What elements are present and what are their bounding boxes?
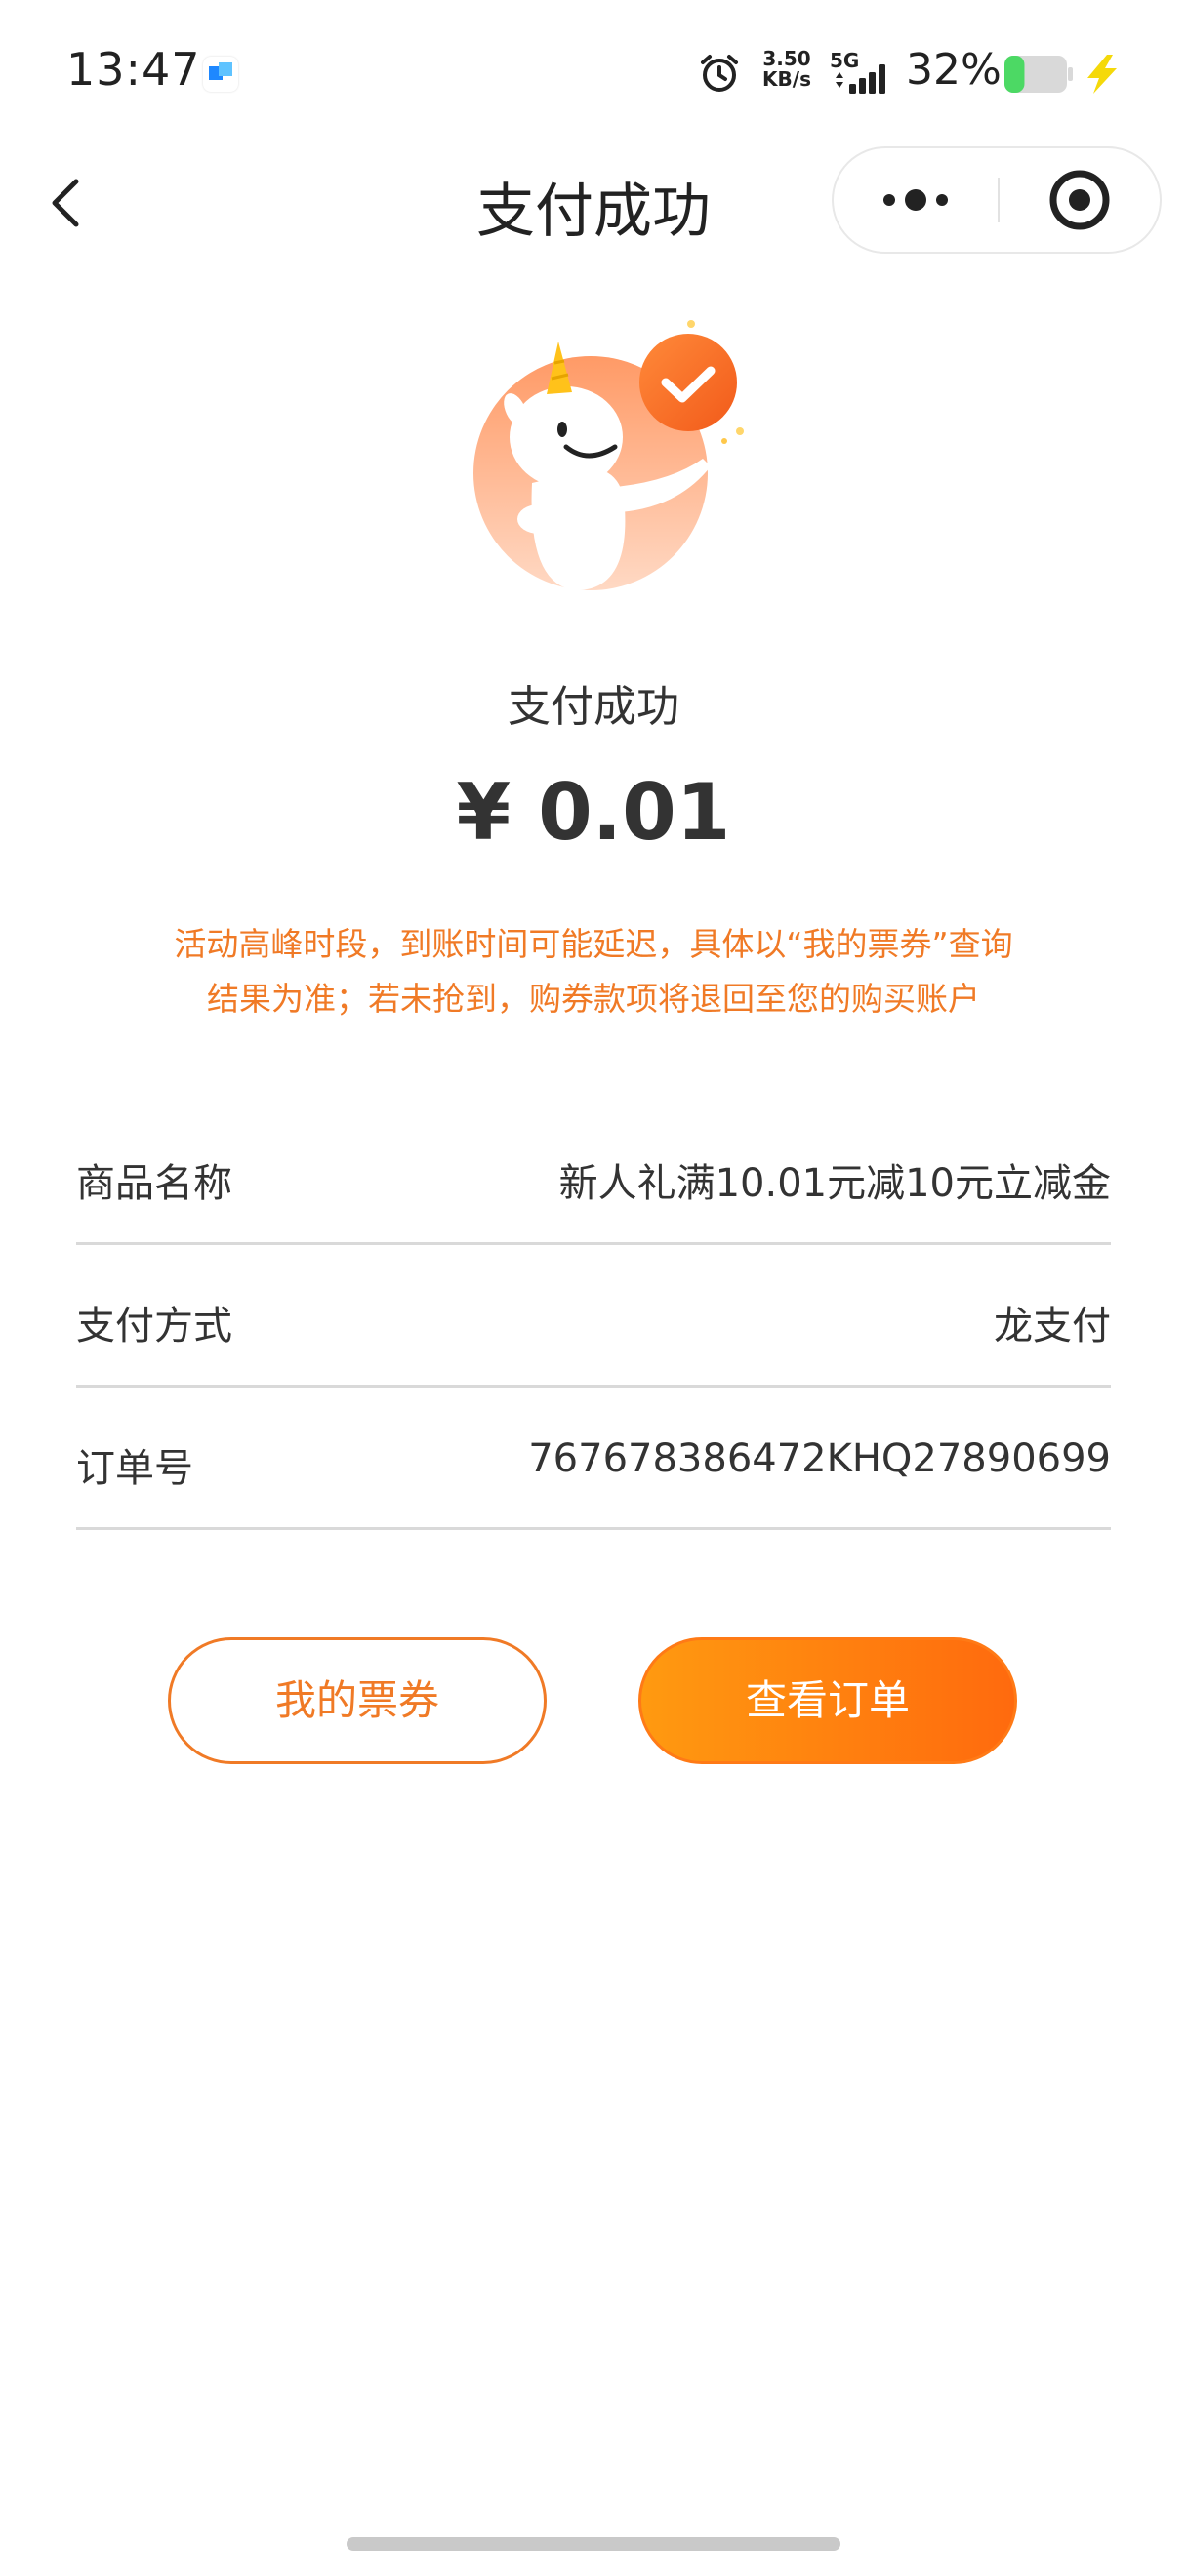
info-row-order-number: 订单号 767678386472KHQ27890699	[76, 1388, 1111, 1530]
signal-icon	[836, 64, 885, 94]
more-dots-icon	[883, 189, 948, 211]
info-label: 支付方式	[76, 1304, 232, 1348]
charging-icon	[1087, 55, 1117, 94]
payment-amount: ¥ 0.01	[456, 767, 731, 858]
network-speed-unit: KB/s	[762, 67, 811, 91]
home-indicator[interactable]	[347, 2537, 840, 2551]
target-circle-icon	[1049, 170, 1110, 230]
status-bar: 13:47 3.50 KB/s 5G 32%	[0, 0, 1187, 146]
alarm-icon	[701, 55, 738, 92]
unicorn-success-mascot	[473, 320, 744, 590]
info-label: 商品名称	[76, 1161, 232, 1206]
mini-program-capsule	[832, 146, 1162, 254]
notice-line-2: 结果为准；若未抢到，购券款项将退回至您的购买账户	[207, 980, 980, 1018]
network-speed: 3.50 KB/s	[759, 49, 814, 90]
info-row-product: 商品名称 新人礼满10.01元减10元立减金	[76, 1103, 1111, 1245]
battery-percent: 32%	[906, 45, 1002, 95]
order-info-list: 商品名称 新人礼满10.01元减10元立减金 支付方式 龙支付 订单号 7676…	[76, 1103, 1111, 1530]
info-value: 龙支付	[994, 1304, 1111, 1348]
more-button[interactable]	[834, 148, 998, 252]
notice-line-1: 活动高峰时段，到账时间可能延迟，具体以“我的票券”查询	[174, 925, 1013, 963]
info-value: 新人礼满10.01元减10元立减金	[558, 1161, 1111, 1206]
app-notification-icon	[203, 57, 238, 92]
info-value: 767678386472KHQ27890699	[528, 1436, 1111, 1481]
network-speed-value: 3.50	[762, 47, 811, 70]
result-title: 支付成功	[508, 682, 679, 732]
nav-bar: 支付成功	[0, 146, 1187, 263]
my-tickets-button[interactable]: 我的票券	[168, 1637, 547, 1764]
close-mini-program-button[interactable]	[1000, 148, 1162, 252]
check-badge-icon	[639, 334, 737, 431]
info-row-payment-method: 支付方式 龙支付	[76, 1245, 1111, 1388]
status-time: 13:47	[66, 43, 201, 96]
view-order-button[interactable]: 查看订单	[638, 1637, 1017, 1764]
battery-icon	[1004, 56, 1073, 93]
notice-text: 活动高峰时段，到账时间可能延迟，具体以“我的票券”查询 结果为准；若未抢到，购券…	[98, 917, 1089, 1026]
info-label: 订单号	[76, 1446, 193, 1491]
